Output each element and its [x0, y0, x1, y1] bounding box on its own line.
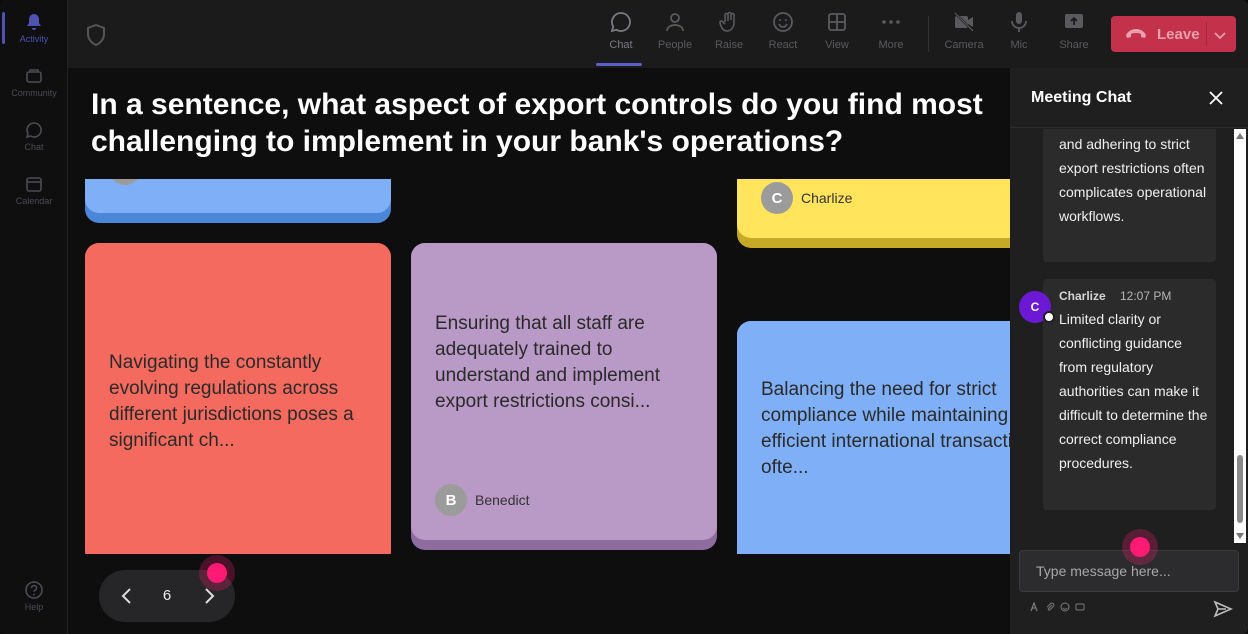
help-icon	[25, 581, 43, 599]
question-title: In a sentence, what aspect of export con…	[91, 88, 983, 158]
raise-hand-button[interactable]: Raise	[704, 10, 754, 62]
mic-button-label: Mic	[1010, 39, 1028, 51]
more-button-label: More	[878, 39, 904, 51]
react-icon	[773, 12, 793, 32]
avatar: B	[435, 484, 467, 516]
scroll-down-arrow[interactable]	[1236, 533, 1244, 539]
response-card[interactable]: C Charlize	[737, 179, 1010, 248]
response-cards: C Charlize Navigating the constantly evo…	[68, 179, 1010, 554]
raise-hand-icon	[719, 11, 735, 32]
rail-item-community[interactable]: Community	[0, 56, 68, 108]
camera-button-label: Camera	[944, 39, 984, 51]
mic-icon	[1011, 12, 1027, 32]
message-text: and adhering to strict export restrictio…	[1059, 136, 1207, 224]
card-face	[85, 179, 391, 213]
format-icon[interactable]	[1030, 602, 1040, 612]
camera-off-icon	[954, 12, 974, 32]
chevron-down-icon[interactable]	[1213, 28, 1227, 42]
share-button[interactable]: Share	[1049, 10, 1099, 62]
scroll-up-arrow[interactable]	[1236, 133, 1244, 139]
shield-icon	[87, 24, 105, 46]
avatar: C	[761, 182, 793, 214]
rail-item-help[interactable]: Help	[0, 570, 68, 622]
card-text: Ensuring that all staff are adequately t…	[435, 313, 660, 412]
response-card[interactable]: Balancing the need for strict compliance…	[737, 321, 1010, 554]
view-icon	[828, 13, 846, 31]
people-icon	[666, 13, 684, 32]
chat-message-input[interactable]	[1019, 550, 1239, 592]
people-button[interactable]: People	[650, 10, 700, 62]
chat-message: and adhering to strict export restrictio…	[1043, 129, 1216, 262]
scrollbar-thumb[interactable]	[1237, 455, 1243, 523]
chat-header: Meeting Chat	[1010, 68, 1248, 128]
message-time: 12:07 PM	[1120, 289, 1172, 303]
meeting-window: Activity Community Chat Calendar Help Ch…	[0, 0, 1248, 634]
chat-title: Meeting Chat	[1031, 89, 1132, 106]
leave-button[interactable]: Leave	[1111, 16, 1236, 52]
share-icon	[1065, 14, 1083, 28]
meeting-chat-panel: Meeting Chat and adhering to strict expo…	[1010, 68, 1248, 634]
rail-item-label: Community	[11, 88, 57, 98]
chat-button-label: Chat	[609, 39, 633, 51]
share-button-label: Share	[1059, 39, 1089, 51]
message-author: Charlize	[1059, 289, 1106, 303]
page-number: 6	[162, 587, 172, 604]
chat-icon	[610, 12, 631, 33]
response-card[interactable]: Navigating the constantly evolving regul…	[85, 243, 391, 554]
people-button-label: People	[657, 39, 693, 51]
rail-item-chat[interactable]: Chat	[0, 110, 68, 162]
format-toolbar	[1030, 602, 1085, 616]
card-text: Navigating the constantly evolving regul…	[109, 352, 354, 451]
chevron-right-icon[interactable]	[199, 586, 219, 606]
attach-icon[interactable]	[1045, 602, 1055, 612]
mic-button[interactable]: Mic	[994, 10, 1044, 62]
board-area: In a sentence, what aspect of export con…	[68, 68, 1010, 634]
more-icon	[882, 20, 900, 24]
leave-divider	[1206, 22, 1207, 46]
card-text: Balancing the need for strict compliance…	[761, 379, 1010, 478]
message-text: Limited clarity or conflicting guidance …	[1059, 311, 1208, 471]
send-icon[interactable]	[1213, 599, 1233, 619]
rail-item-label: Chat	[24, 142, 44, 152]
pointer-indicator	[1130, 537, 1150, 557]
chat-messages[interactable]: and adhering to strict export restrictio…	[1010, 129, 1248, 543]
presence-status	[1043, 311, 1055, 323]
app-rail: Activity Community Chat Calendar Help	[0, 0, 68, 634]
raise-hand-button-label: Raise	[714, 39, 744, 51]
camera-button[interactable]: Camera	[939, 10, 989, 62]
chevron-left-icon[interactable]	[117, 586, 137, 606]
toolbar-divider	[928, 16, 929, 52]
bell-icon	[27, 14, 41, 30]
community-icon	[26, 69, 42, 83]
response-card[interactable]: Ensuring that all staff are adequately t…	[411, 243, 717, 550]
leave-button-label: Leave	[1157, 25, 1200, 43]
response-card[interactable]	[85, 179, 391, 223]
chat-button[interactable]: Chat	[596, 10, 646, 66]
rail-item-activity[interactable]: Activity	[0, 2, 68, 54]
hang-up-icon	[1126, 29, 1146, 38]
more-button[interactable]: More	[866, 10, 916, 62]
chat-scrollbar[interactable]	[1234, 129, 1246, 543]
view-button-label: View	[825, 39, 849, 51]
chat-message: Charlize 12:07 PM Limited clarity or con…	[1043, 279, 1216, 510]
calendar-icon	[26, 177, 42, 192]
chat-icon	[25, 122, 42, 139]
meeting-toolbar: Chat People Raise React View More Camera	[68, 0, 1248, 68]
card-author: Charlize	[801, 190, 853, 206]
react-button[interactable]: React	[758, 10, 808, 62]
active-indicator	[596, 63, 642, 66]
close-icon[interactable]	[1208, 90, 1224, 106]
react-button-label: React	[768, 39, 798, 51]
gif-icon[interactable]	[1075, 602, 1085, 612]
view-button[interactable]: View	[812, 10, 862, 62]
rail-item-label: Activity	[19, 34, 49, 44]
pointer-indicator	[207, 563, 227, 583]
rail-item-label: Calendar	[15, 196, 53, 206]
card-author: Benedict	[475, 492, 530, 508]
rail-item-label: Help	[24, 602, 44, 612]
rail-item-calendar[interactable]: Calendar	[0, 164, 68, 216]
emoji-icon[interactable]	[1060, 602, 1070, 612]
